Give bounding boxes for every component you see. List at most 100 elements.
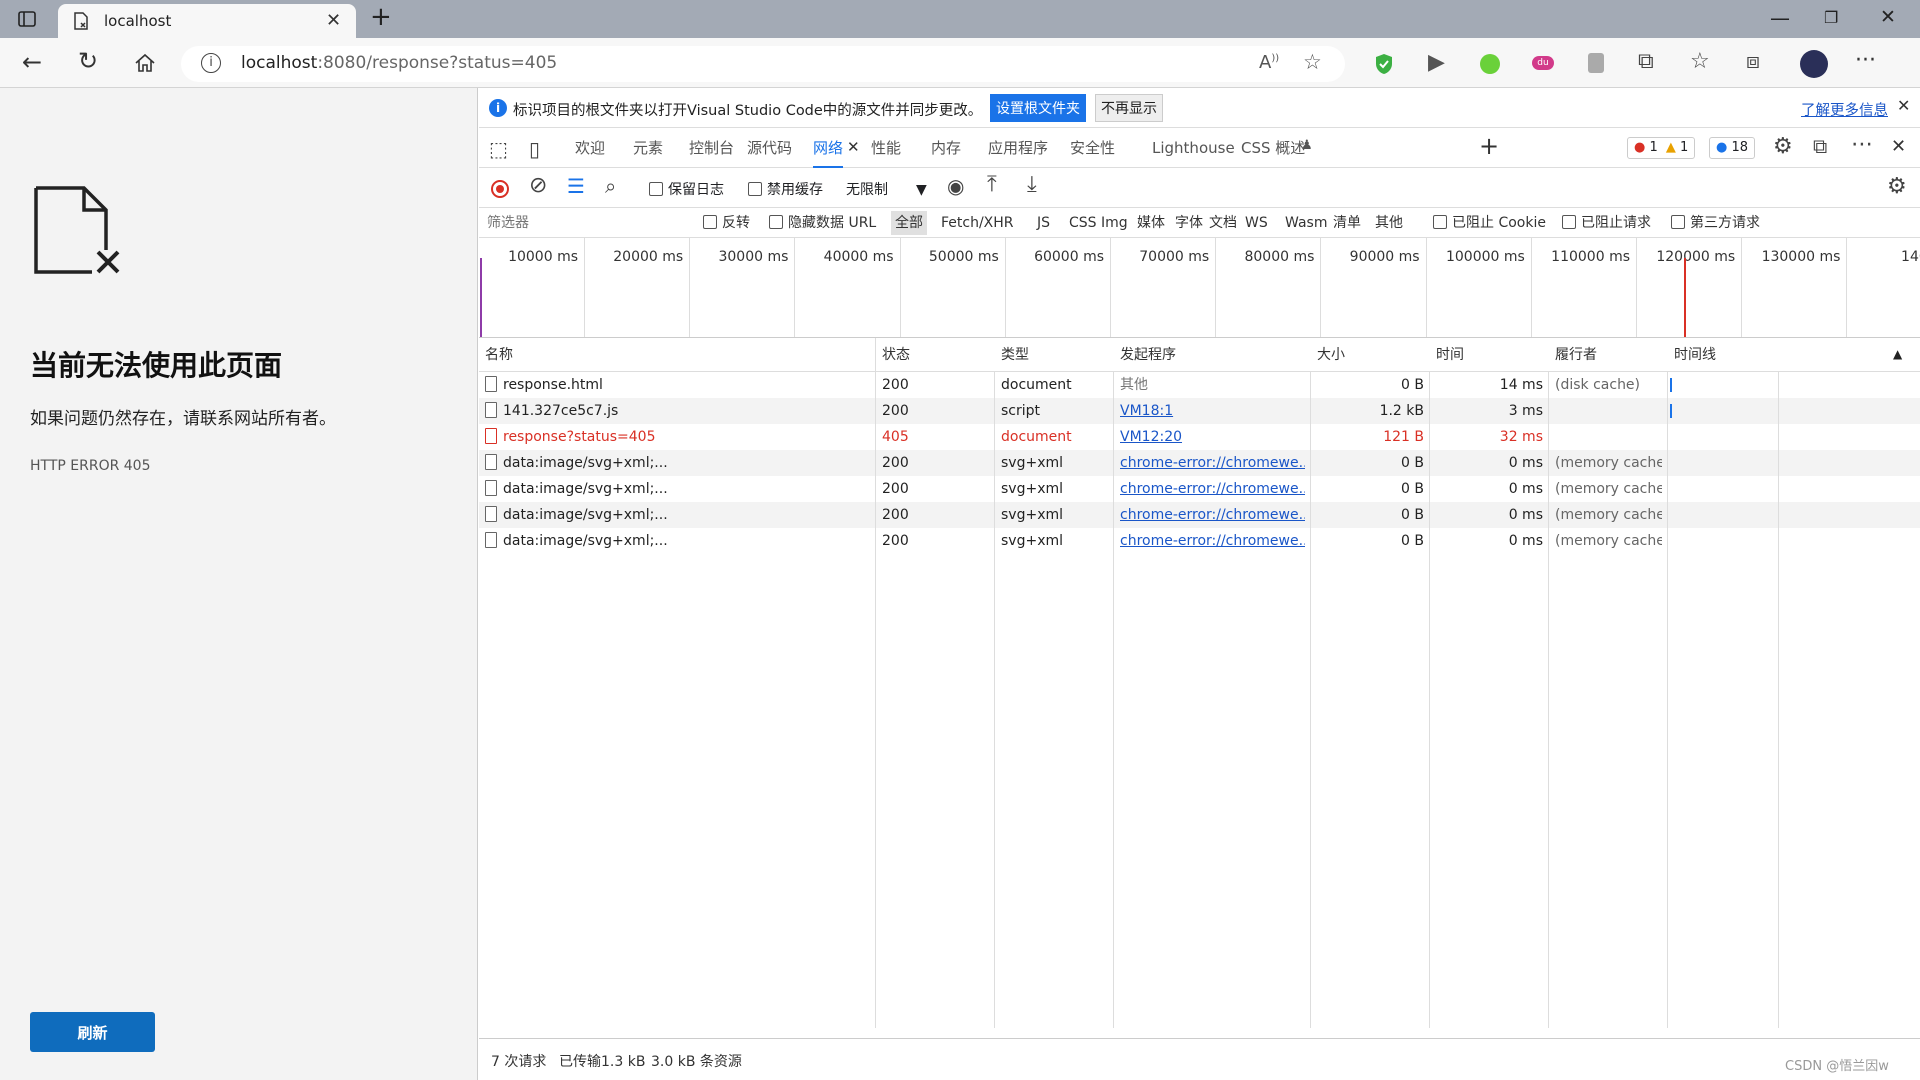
throttling-select[interactable]: 无限制 ▼: [846, 179, 927, 199]
favorites-icon[interactable]: ☆: [1690, 49, 1710, 74]
table-row[interactable]: data:image/svg+xml;... 200 svg+xml chrome-e…: [479, 528, 1920, 554]
new-tab-button[interactable]: +: [370, 2, 392, 32]
devtools-tab[interactable]: 源代码: [747, 128, 792, 168]
filter-type-button[interactable]: JS: [1037, 208, 1050, 238]
read-aloud-icon[interactable]: A)): [1259, 52, 1279, 73]
cell-initiator[interactable]: VM18:1: [1120, 398, 1305, 424]
clear-icon[interactable]: ⊘: [529, 173, 547, 198]
disable-cache-checkbox[interactable]: 禁用缓存: [748, 179, 823, 199]
devtools-tab[interactable]: 应用程序: [988, 128, 1048, 168]
cell-initiator[interactable]: VM12:20: [1120, 424, 1305, 450]
green-extension-icon[interactable]: [1480, 54, 1500, 74]
devtools-tab[interactable]: 控制台: [689, 128, 734, 168]
column-header[interactable]: 大小: [1311, 338, 1430, 372]
table-row[interactable]: response?status=405 405 document VM12:20 121…: [479, 424, 1920, 450]
settings-gear-icon[interactable]: ⚙: [1773, 134, 1793, 159]
filter-type-button[interactable]: 清单: [1333, 208, 1361, 238]
cell-initiator[interactable]: chrome-error://chromewe...: [1120, 502, 1305, 528]
devtools-tab[interactable]: 内存: [931, 128, 961, 168]
play-extension-icon[interactable]: ▶: [1428, 50, 1445, 75]
devtools-tab[interactable]: 网络: [813, 128, 844, 168]
customize-icon[interactable]: ⧉: [1813, 134, 1827, 158]
filter-type-button[interactable]: 字体: [1175, 208, 1203, 238]
hide-data-urls-checkbox[interactable]: 隐藏数据 URL: [769, 208, 876, 238]
du-extension-icon[interactable]: du: [1532, 56, 1554, 70]
extensions-icon[interactable]: ⧉: [1638, 49, 1654, 74]
filter-type-button[interactable]: Img: [1101, 208, 1128, 238]
search-icon[interactable]: ⌕: [605, 174, 616, 198]
devtools-tab[interactable]: Lighthouse: [1152, 128, 1235, 168]
record-stop-icon[interactable]: [491, 180, 509, 198]
export-har-icon[interactable]: ⤓: [1027, 172, 1037, 197]
blocked-cookies-checkbox[interactable]: 已阻止 Cookie: [1433, 208, 1546, 238]
third-party-checkbox[interactable]: 第三方请求: [1671, 208, 1760, 238]
filter-type-button[interactable]: WS: [1245, 208, 1268, 238]
add-favorite-icon[interactable]: ☆: [1303, 50, 1322, 74]
close-window-button[interactable]: ✕: [1880, 6, 1896, 28]
column-header[interactable]: 时间线: [1668, 338, 1920, 372]
invert-checkbox[interactable]: 反转: [703, 208, 750, 238]
devtools-close-icon[interactable]: ✕: [1891, 136, 1906, 157]
import-har-icon[interactable]: ⤒: [987, 172, 997, 197]
address-bar[interactable]: i localhost:8080/response?status=405 A))…: [181, 46, 1345, 82]
minimize-button[interactable]: —: [1770, 6, 1790, 30]
filter-icon[interactable]: ☰: [567, 174, 585, 198]
devtools-tab[interactable]: 安全性: [1070, 128, 1115, 168]
devtools-tab[interactable]: 元素: [633, 128, 663, 168]
preserve-log-checkbox[interactable]: 保留日志: [649, 179, 724, 199]
filter-type-button[interactable]: Wasm: [1285, 208, 1327, 238]
back-arrow-icon[interactable]: ←: [22, 48, 42, 76]
filter-type-button[interactable]: 其他: [1375, 208, 1403, 238]
set-root-folder-button[interactable]: 设置根文件夹: [990, 94, 1086, 122]
network-conditions-icon[interactable]: ◉: [947, 174, 964, 198]
column-header[interactable]: 状态: [876, 338, 995, 372]
devtools-tab[interactable]: 欢迎: [575, 128, 605, 168]
filter-type-button[interactable]: CSS: [1069, 208, 1097, 238]
table-row[interactable]: 141.327ce5c7.js 200 script VM18:1 1.2 kB 3 ms: [479, 398, 1920, 424]
devtools-tab[interactable]: 性能: [871, 128, 901, 168]
tab-close-icon[interactable]: ✕: [326, 10, 341, 31]
column-header[interactable]: 类型: [995, 338, 1114, 372]
filter-type-button[interactable]: Fetch/XHR: [941, 208, 1014, 238]
more-menu-icon[interactable]: ···: [1855, 48, 1876, 73]
table-row[interactable]: data:image/svg+xml;... 200 svg+xml chrome-e…: [479, 502, 1920, 528]
network-tab-close-icon[interactable]: ✕: [847, 138, 860, 156]
refresh-button[interactable]: 刷新: [30, 1012, 155, 1052]
blocked-requests-checkbox[interactable]: 已阻止请求: [1562, 208, 1651, 238]
collections-icon[interactable]: ⧈: [1746, 49, 1760, 74]
filter-type-button[interactable]: 全部: [891, 211, 927, 235]
grey-extension-icon[interactable]: [1588, 53, 1604, 73]
tab-actions-icon[interactable]: [16, 8, 38, 30]
infobar-close-icon[interactable]: ✕: [1897, 96, 1910, 115]
column-header[interactable]: 时间: [1430, 338, 1549, 372]
add-panel-icon[interactable]: +: [1479, 132, 1499, 160]
learn-more-link[interactable]: 了解更多信息: [1801, 99, 1888, 120]
table-row[interactable]: data:image/svg+xml;... 200 svg+xml chrome-e…: [479, 476, 1920, 502]
browser-tab[interactable]: localhost ✕: [58, 4, 356, 38]
filter-type-button[interactable]: 文档: [1209, 208, 1237, 238]
inspect-element-icon[interactable]: ⬚: [489, 137, 508, 161]
filter-input[interactable]: [483, 211, 689, 235]
cell-initiator[interactable]: chrome-error://chromewe...: [1120, 450, 1305, 476]
issues-badge[interactable]: ● 18: [1709, 137, 1756, 159]
shield-extension-icon[interactable]: [1372, 52, 1396, 76]
column-header[interactable]: 发起程序: [1114, 338, 1311, 372]
table-row[interactable]: response.html 200 document 其他 0 B 14 ms (disk …: [479, 372, 1920, 398]
issue-badges[interactable]: ● 1 ▲ 1: [1627, 137, 1696, 159]
avatar[interactable]: [1800, 50, 1828, 78]
filter-type-button[interactable]: 媒体: [1137, 208, 1165, 238]
sort-ascending-icon[interactable]: ▲: [1893, 347, 1902, 361]
cell-initiator[interactable]: chrome-error://chromewe...: [1120, 476, 1305, 502]
cell-initiator[interactable]: chrome-error://chromewe...: [1120, 528, 1305, 554]
site-info-icon[interactable]: i: [201, 53, 221, 73]
reload-icon[interactable]: ↻: [78, 47, 98, 75]
column-header[interactable]: 履行者: [1549, 338, 1668, 372]
devtools-tab[interactable]: CSS 概述: [1241, 128, 1305, 168]
device-toolbar-icon[interactable]: ▯: [529, 137, 540, 161]
network-settings-icon[interactable]: ⚙: [1887, 174, 1907, 199]
table-row[interactable]: data:image/svg+xml;... 200 svg+xml chrome-e…: [479, 450, 1920, 476]
dont-show-again-button[interactable]: 不再显示: [1095, 94, 1163, 122]
column-header[interactable]: 名称: [479, 338, 876, 372]
home-icon[interactable]: [132, 50, 158, 76]
restore-button[interactable]: ❐: [1824, 8, 1838, 27]
